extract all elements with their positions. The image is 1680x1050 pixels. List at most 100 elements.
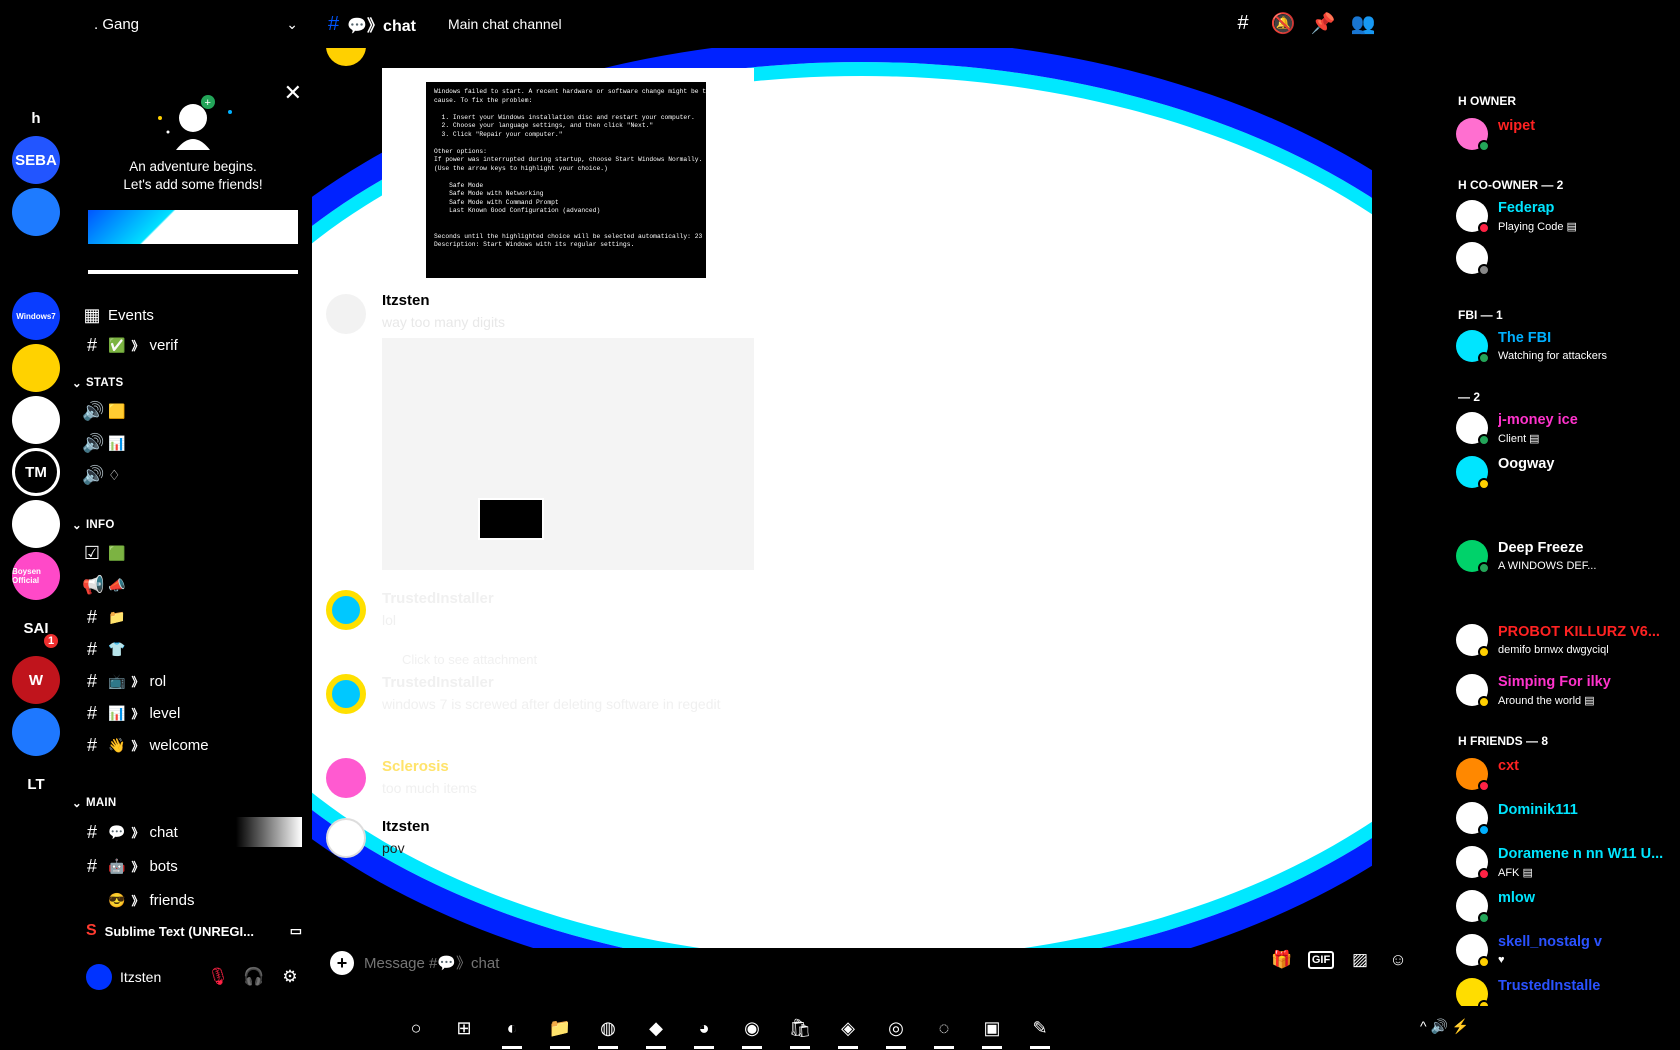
member-item[interactable]: j-money ice Client ▤	[1456, 410, 1678, 452]
taskbar-app[interactable]: ⊞	[450, 1014, 478, 1042]
reply-preview[interactable]: Click to see attachment	[402, 652, 537, 667]
taskbar-app[interactable]: 🛍	[786, 1014, 814, 1042]
member-item[interactable]: Simping For ilky Around the world ▤	[1456, 672, 1678, 714]
screen-share-icon[interactable]: ▭	[290, 923, 302, 939]
info-channel[interactable]: ☑ 🟩	[82, 538, 302, 568]
message-author[interactable]: Itzsten	[382, 292, 430, 309]
channel-bots[interactable]: # 🤖 》 bots	[82, 851, 302, 881]
member-item[interactable]: PROBOT KILLURZ V6... demifo brnwx dwgyciq…	[1456, 622, 1678, 664]
server-dots[interactable]	[12, 808, 60, 856]
gif-button[interactable]: GIF	[1308, 951, 1334, 969]
threads-icon[interactable]: #	[1230, 10, 1256, 36]
server-yellow[interactable]	[12, 500, 60, 548]
add-friends-button[interactable]	[88, 210, 298, 244]
member-item[interactable]: Doramene n nn W11 U... AFK ▤	[1456, 844, 1678, 886]
info-channel[interactable]: # 👋 》 welcome	[82, 730, 302, 760]
stat-channel[interactable]: 🔊 📊	[82, 428, 302, 458]
info-channel[interactable]: # 👕	[82, 634, 302, 664]
calendar-icon: ▦	[83, 304, 101, 325]
system-tray[interactable]: ^ 🔊 ⚡	[1420, 1018, 1469, 1035]
channel-verify[interactable]: # ✅ 》 verif	[82, 330, 302, 360]
rail-item[interactable]: h	[12, 94, 60, 142]
server-lt[interactable]: LT	[12, 760, 60, 808]
headphones-icon[interactable]: 🎧	[240, 963, 268, 991]
taskbar-app[interactable]: 📁	[546, 1014, 574, 1042]
member-item[interactable]	[1456, 240, 1678, 282]
status-indicator	[1478, 824, 1490, 836]
taskbar-app[interactable]: ◉	[738, 1014, 766, 1042]
taskbar-app[interactable]: ◌	[930, 1014, 958, 1042]
message-author[interactable]: TrustedInstaller	[382, 674, 494, 691]
member-item[interactable]: skell_nostalg v ♥	[1456, 932, 1678, 974]
member-item[interactable]: Dominik111	[1456, 800, 1678, 842]
notifications-muted-icon[interactable]: 🔕	[1270, 10, 1296, 36]
member-item[interactable]: Deep Freeze A WINDOWS DEF...	[1456, 538, 1678, 580]
member-item[interactable]: mlow	[1456, 888, 1678, 930]
channel-friends[interactable]: 😎 》 friends	[82, 885, 302, 915]
taskbar-app[interactable]: ◎	[882, 1014, 910, 1042]
avatar[interactable]	[326, 674, 366, 714]
server-white[interactable]	[12, 396, 60, 444]
status-indicator	[1478, 868, 1490, 880]
avatar[interactable]	[326, 48, 366, 66]
info-channel[interactable]: # 📊 》 level	[82, 698, 302, 728]
member-item[interactable]: wipet	[1456, 116, 1678, 158]
pin-icon[interactable]: 📌	[1310, 10, 1336, 36]
mute-mic-icon[interactable]: 🎙	[204, 963, 232, 991]
server-tm[interactable]: TM	[12, 448, 60, 496]
server-windows7[interactable]: Windows7	[12, 292, 60, 340]
message-author[interactable]: Itzsten	[382, 818, 430, 835]
message-author[interactable]: TrustedInstaller	[382, 590, 494, 607]
member-name: j-money ice	[1498, 412, 1578, 428]
stat-channel[interactable]: 🔊 ♢	[82, 460, 302, 490]
server-header[interactable]: . Gang ⌄	[72, 0, 312, 48]
server-globe[interactable]	[12, 188, 60, 236]
taskbar-app[interactable]: ▣	[978, 1014, 1006, 1042]
member-item[interactable]: Oogway	[1456, 454, 1678, 496]
add-attachment-button[interactable]: +	[330, 951, 354, 975]
info-channel[interactable]: 📢 📣	[82, 570, 302, 600]
avatar[interactable]	[326, 818, 366, 858]
server-cat[interactable]	[12, 344, 60, 392]
message-author[interactable]: Sclerosis	[382, 758, 449, 775]
channel-topic[interactable]: Main chat channel	[448, 16, 562, 32]
taskbar-app[interactable]: ○	[402, 1014, 430, 1042]
info-channel[interactable]: # 📁	[82, 602, 302, 632]
avatar[interactable]	[326, 758, 366, 798]
taskbar-app[interactable]: ◐	[498, 1014, 526, 1042]
taskbar-app[interactable]: ◆	[642, 1014, 670, 1042]
member-list-icon[interactable]: 👥	[1350, 10, 1376, 36]
taskbar-app[interactable]: ◍	[594, 1014, 622, 1042]
server-wings[interactable]: W	[12, 656, 60, 704]
message-input[interactable]	[364, 948, 1244, 978]
member-item[interactable]: Federap Playing Code ▤	[1456, 198, 1678, 240]
server-seba[interactable]: SEBA	[12, 136, 60, 184]
events-item[interactable]: ▦ Events	[82, 300, 302, 330]
attachment-image[interactable]	[382, 338, 754, 570]
info-channel[interactable]: # 📺 》 rol	[82, 666, 302, 696]
username[interactable]: Itzsten	[120, 969, 196, 985]
category-main[interactable]: ⌄ MAIN	[72, 793, 292, 813]
member-item[interactable]: cxt	[1456, 756, 1678, 798]
taskbar-app[interactable]: ✎	[1026, 1014, 1054, 1042]
category-info[interactable]: ⌄ INFO	[72, 515, 292, 535]
server-boysen[interactable]: Boysen Official	[12, 552, 60, 600]
stat-channel[interactable]: 🔊 🟨	[82, 396, 302, 426]
activity-status[interactable]: S Sublime Text (UNREGI... ▭	[72, 915, 312, 947]
member-item[interactable]: The FBI Watching for attackers	[1456, 328, 1678, 370]
server-emoji[interactable]	[12, 240, 60, 288]
gift-icon[interactable]: 🎁	[1270, 948, 1294, 972]
avatar[interactable]	[326, 590, 366, 630]
attachment-image[interactable]: Windows failed to start. A recent hardwa…	[382, 68, 754, 278]
settings-gear-icon[interactable]: ⚙	[276, 963, 304, 991]
category-stats[interactable]: ⌄ STATS	[72, 373, 292, 393]
taskbar-app[interactable]: ◈	[834, 1014, 862, 1042]
sticker-icon[interactable]: ▨	[1348, 948, 1372, 972]
avatar[interactable]	[326, 294, 366, 334]
server-cross[interactable]	[12, 708, 60, 756]
channel-chat[interactable]: # 💬 》 chat	[82, 817, 302, 847]
close-icon[interactable]: ✕	[284, 80, 302, 106]
emoji-icon[interactable]: ☺	[1386, 948, 1410, 972]
taskbar-app[interactable]: ◕	[690, 1014, 718, 1042]
avatar[interactable]	[86, 964, 112, 990]
